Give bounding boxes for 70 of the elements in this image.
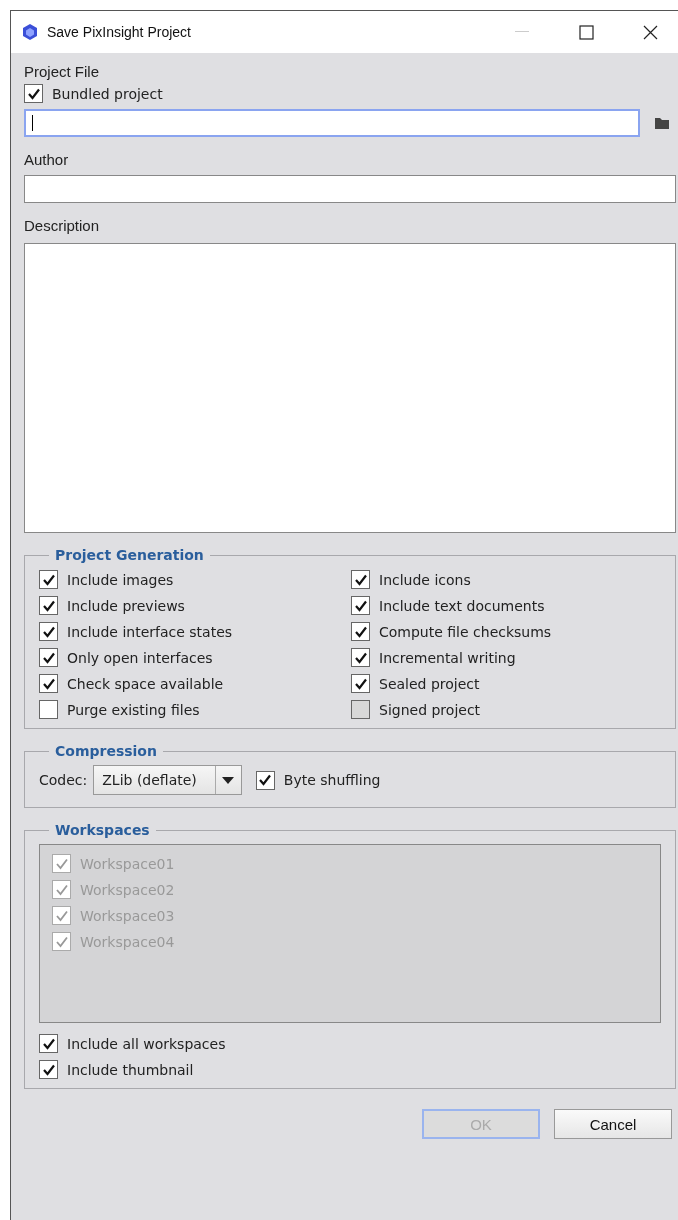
checkmark-icon xyxy=(54,856,69,871)
minimize-icon xyxy=(515,31,529,33)
checkmark-icon xyxy=(41,676,56,691)
close-icon xyxy=(642,24,658,40)
checkmark-icon xyxy=(54,882,69,897)
checkbox[interactable] xyxy=(39,700,58,719)
checkbox[interactable] xyxy=(351,648,370,667)
checkmark-icon xyxy=(41,598,56,613)
checkbox[interactable] xyxy=(39,622,58,641)
checkbox[interactable] xyxy=(351,596,370,615)
checkbox[interactable] xyxy=(255,770,275,790)
checkmark-icon xyxy=(41,624,56,639)
checkbox-label: Include images xyxy=(67,571,174,588)
field-label: Project File xyxy=(24,62,101,82)
checkmark-icon xyxy=(54,908,69,923)
group-title: Project Generation xyxy=(54,547,205,563)
checkmark-icon xyxy=(41,650,56,665)
codec-dropdown[interactable]: ZLib (deflate) xyxy=(93,765,242,795)
checkbox[interactable] xyxy=(39,674,58,693)
checkmark-icon xyxy=(353,572,368,587)
maximize-icon xyxy=(578,24,594,40)
field-label: Description xyxy=(24,216,101,236)
checkbox[interactable] xyxy=(351,674,370,693)
checkbox-label: Signed project xyxy=(379,701,481,718)
checkbox-label: Include all workspaces xyxy=(67,1035,226,1052)
checkbox[interactable] xyxy=(24,84,43,103)
checkmark-icon xyxy=(41,1036,56,1051)
checkbox-label: Byte shuffling xyxy=(283,772,381,788)
checkbox-label: Check space available xyxy=(67,675,224,692)
checkbox-label: Include interface states xyxy=(67,623,233,640)
checkmark-icon xyxy=(353,598,368,613)
checkbox-label: Bundled project xyxy=(52,85,163,102)
cancel-button[interactable]: Cancel xyxy=(554,1109,672,1139)
checkbox-label: Include previews xyxy=(67,597,185,614)
group-title: Workspaces xyxy=(54,822,151,838)
checkbox-label: Compute file checksums xyxy=(379,623,552,640)
checkmark-icon xyxy=(54,934,69,949)
checkmark-icon xyxy=(41,572,56,587)
checkbox-label: Workspace03 xyxy=(80,907,175,924)
checkmark-icon xyxy=(353,650,368,665)
description-field[interactable] xyxy=(24,243,676,533)
group-title: Compression xyxy=(54,743,158,759)
checkbox-label: Only open interfaces xyxy=(67,649,213,666)
checkbox[interactable] xyxy=(39,570,58,589)
checkmark-icon xyxy=(41,1062,56,1077)
checkbox[interactable] xyxy=(39,648,58,667)
checkbox-label: Include thumbnail xyxy=(67,1061,194,1078)
field-label: Author xyxy=(24,150,70,170)
checkbox[interactable] xyxy=(39,596,58,615)
app-logo-icon xyxy=(21,23,39,41)
checkmark-icon xyxy=(26,86,41,101)
checkbox-label: Include icons xyxy=(379,571,471,588)
checkbox-label: Workspace02 xyxy=(80,881,175,898)
author-field[interactable] xyxy=(24,175,676,203)
window-title: Save PixInsight Project xyxy=(47,24,192,40)
checkbox[interactable] xyxy=(351,570,370,589)
checkbox-label: Include text documents xyxy=(379,597,545,614)
checkmark-icon xyxy=(353,624,368,639)
checkmark-icon xyxy=(258,773,273,787)
checkmark-icon xyxy=(353,676,368,691)
checkbox-label: Purge existing files xyxy=(67,701,200,718)
checkbox-label: Sealed project xyxy=(379,675,480,692)
checkbox-label: Workspace04 xyxy=(80,933,175,950)
checkbox[interactable] xyxy=(351,622,370,641)
codec-label: Codec: xyxy=(39,772,88,788)
folder-icon[interactable] xyxy=(654,116,670,130)
file-path-field[interactable] xyxy=(24,109,640,137)
checkbox-label: Incremental writing xyxy=(379,649,516,666)
caret-icon xyxy=(222,776,235,784)
checkbox-label: Workspace01 xyxy=(80,855,175,872)
